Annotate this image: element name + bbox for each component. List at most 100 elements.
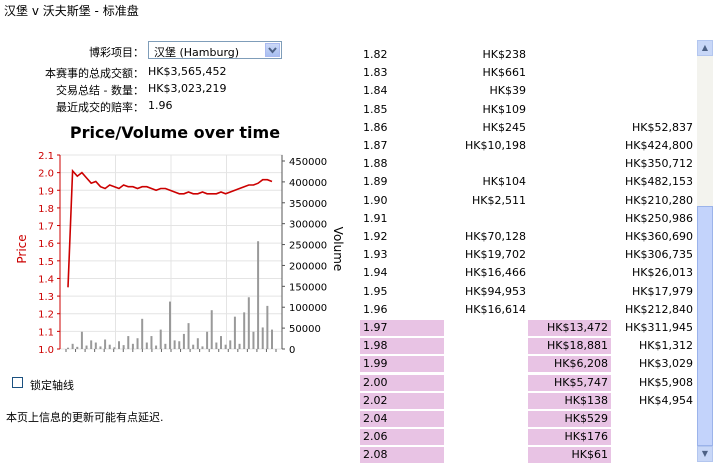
ladder-lay-amount[interactable] xyxy=(528,102,611,118)
ladder-price[interactable]: 1.93 xyxy=(360,247,444,263)
ladder-lay-volume[interactable]: HK$26,013 xyxy=(612,265,693,281)
ladder-lay-volume[interactable]: HK$306,735 xyxy=(612,247,693,263)
ladder-lay-amount[interactable] xyxy=(528,174,611,190)
ladder-back-amount[interactable] xyxy=(450,338,526,354)
ladder-price[interactable]: 1.90 xyxy=(360,193,444,209)
ladder-price[interactable]: 1.84 xyxy=(360,83,444,99)
ladder-lay-amount[interactable]: HK$6,208 xyxy=(528,356,611,373)
ladder-back-amount[interactable] xyxy=(450,356,526,372)
ladder-price[interactable]: 1.99 xyxy=(360,356,444,373)
ladder-lay-volume[interactable]: HK$52,837 xyxy=(612,120,693,136)
ladder-lay-volume[interactable] xyxy=(612,447,693,463)
ladder-back-amount[interactable]: HK$39 xyxy=(450,83,526,99)
ladder-lay-volume[interactable] xyxy=(612,47,693,63)
ladder-lay-volume[interactable] xyxy=(612,102,693,118)
ladder-lay-amount[interactable] xyxy=(528,120,611,136)
ladder-price[interactable]: 1.91 xyxy=(360,211,444,227)
ladder-back-amount[interactable]: HK$16,614 xyxy=(450,302,526,318)
chevron-down-icon[interactable] xyxy=(265,43,280,57)
ladder-lay-amount[interactable]: HK$61 xyxy=(528,447,611,464)
ladder-lay-volume[interactable]: HK$360,690 xyxy=(612,229,693,245)
ladder-price[interactable]: 1.97 xyxy=(360,320,444,336)
ladder-price[interactable]: 2.06 xyxy=(360,429,444,446)
ladder-lay-volume[interactable]: HK$350,712 xyxy=(612,156,693,172)
ladder-lay-amount[interactable]: HK$138 xyxy=(528,392,611,409)
scroll-thumb[interactable] xyxy=(697,206,713,446)
ladder-back-amount[interactable] xyxy=(450,320,526,336)
ladder-lay-amount[interactable] xyxy=(528,47,611,63)
ladder-back-amount[interactable] xyxy=(450,411,526,427)
ladder-lay-volume[interactable] xyxy=(612,65,693,81)
ladder-lay-volume[interactable]: HK$5,908 xyxy=(612,375,693,391)
ladder-back-amount[interactable]: HK$109 xyxy=(450,102,526,118)
ladder-price[interactable]: 1.83 xyxy=(360,65,444,81)
ladder-back-amount[interactable] xyxy=(450,447,526,463)
lock-axis-checkbox[interactable] xyxy=(12,377,23,388)
ladder-lay-amount[interactable] xyxy=(528,156,611,172)
market-select[interactable]: 汉堡 (Hamburg) xyxy=(148,41,282,59)
ladder-price[interactable]: 1.96 xyxy=(360,302,444,318)
ladder-back-amount[interactable]: HK$10,198 xyxy=(450,138,526,154)
ladder-lay-amount[interactable] xyxy=(528,65,611,81)
ladder-lay-volume[interactable]: HK$250,986 xyxy=(612,211,693,227)
ladder-lay-volume[interactable] xyxy=(612,83,693,99)
ladder-back-amount[interactable]: HK$104 xyxy=(450,174,526,190)
ladder-price[interactable]: 2.08 xyxy=(360,447,444,464)
ladder-price[interactable]: 2.02 xyxy=(360,392,444,409)
ladder-lay-volume[interactable]: HK$4,954 xyxy=(612,393,693,409)
ladder-price[interactable]: 2.04 xyxy=(360,411,444,427)
ladder-price[interactable]: 1.85 xyxy=(360,102,444,118)
ladder-back-amount[interactable] xyxy=(450,393,526,409)
ladder-lay-amount[interactable] xyxy=(528,247,611,263)
ladder-lay-volume[interactable]: HK$17,979 xyxy=(612,284,693,300)
ladder-price[interactable]: 1.86 xyxy=(360,120,444,136)
ladder-lay-volume[interactable]: HK$424,800 xyxy=(612,138,693,154)
ladder-lay-amount[interactable] xyxy=(528,211,611,227)
ladder-price[interactable]: 1.94 xyxy=(360,265,444,281)
ladder-lay-volume[interactable] xyxy=(612,429,693,445)
ladder-lay-volume[interactable]: HK$482,153 xyxy=(612,174,693,190)
ladder-lay-amount[interactable]: HK$176 xyxy=(528,429,611,446)
y-tick-label: 1.2 xyxy=(38,310,54,321)
ladder-scrollbar[interactable]: ▲ ▼ xyxy=(697,40,713,462)
ladder-lay-volume[interactable] xyxy=(612,411,693,427)
ladder-lay-volume[interactable]: HK$311,945 xyxy=(612,320,693,336)
ladder-lay-amount[interactable] xyxy=(528,193,611,209)
ladder-price[interactable]: 1.95 xyxy=(360,284,444,300)
ladder-lay-volume[interactable]: HK$210,280 xyxy=(612,193,693,209)
ladder-lay-amount[interactable] xyxy=(528,229,611,245)
ladder-back-amount[interactable]: HK$2,511 xyxy=(450,193,526,209)
ladder-lay-amount[interactable]: HK$13,472 xyxy=(528,320,611,336)
ladder-back-amount[interactable]: HK$16,466 xyxy=(450,265,526,281)
ladder-back-amount[interactable]: HK$238 xyxy=(450,47,526,63)
ladder-lay-amount[interactable] xyxy=(528,138,611,154)
ladder-lay-volume[interactable]: HK$1,312 xyxy=(612,338,693,354)
ladder-back-amount[interactable] xyxy=(450,211,526,227)
ladder-back-amount[interactable] xyxy=(450,375,526,391)
ladder-back-amount[interactable]: HK$19,702 xyxy=(450,247,526,263)
ladder-price[interactable]: 1.98 xyxy=(360,338,444,355)
ladder-back-amount[interactable] xyxy=(450,156,526,172)
ladder-back-amount[interactable]: HK$94,953 xyxy=(450,284,526,300)
ladder-lay-amount[interactable]: HK$529 xyxy=(528,411,611,427)
ladder-price[interactable]: 1.88 xyxy=(360,156,444,172)
ladder-price[interactable]: 1.87 xyxy=(360,138,444,154)
ladder-lay-amount[interactable]: HK$18,881 xyxy=(528,338,611,355)
ladder-back-amount[interactable] xyxy=(450,429,526,445)
scroll-up-icon[interactable]: ▲ xyxy=(697,40,713,56)
ladder-lay-amount[interactable] xyxy=(528,302,611,318)
ladder-lay-volume[interactable]: HK$3,029 xyxy=(612,356,693,372)
ladder-back-amount[interactable]: HK$661 xyxy=(450,65,526,81)
ladder-back-amount[interactable]: HK$70,128 xyxy=(450,229,526,245)
ladder-lay-amount[interactable]: HK$5,747 xyxy=(528,374,611,391)
ladder-price[interactable]: 2.00 xyxy=(360,374,444,391)
ladder-lay-amount[interactable] xyxy=(528,284,611,300)
ladder-lay-volume[interactable]: HK$212,840 xyxy=(612,302,693,318)
ladder-price[interactable]: 1.89 xyxy=(360,174,444,190)
ladder-back-amount[interactable]: HK$245 xyxy=(450,120,526,136)
ladder-price[interactable]: 1.92 xyxy=(360,229,444,245)
ladder-lay-amount[interactable] xyxy=(528,83,611,99)
scroll-down-icon[interactable]: ▼ xyxy=(697,446,713,462)
ladder-lay-amount[interactable] xyxy=(528,265,611,281)
ladder-price[interactable]: 1.82 xyxy=(360,47,444,63)
